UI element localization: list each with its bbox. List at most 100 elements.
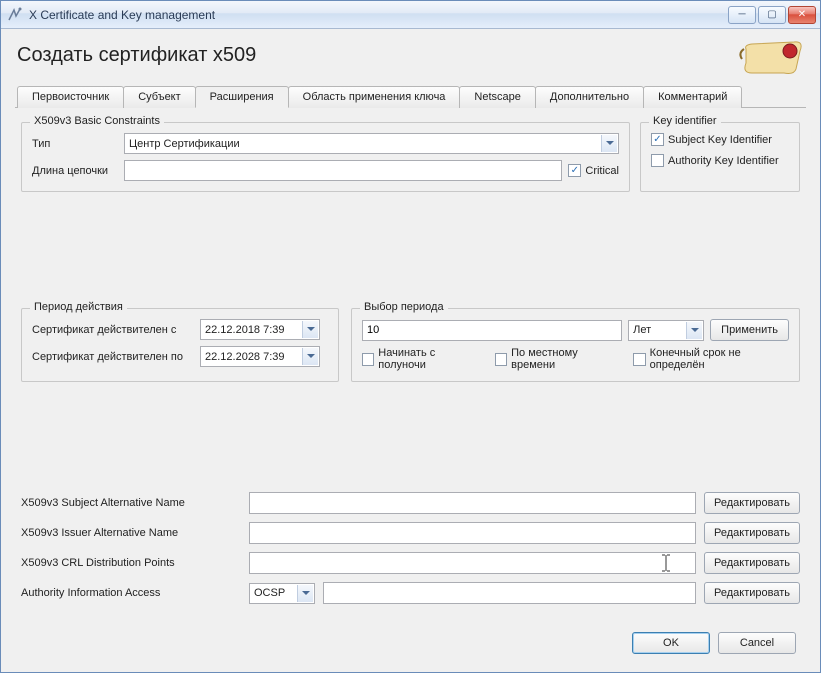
ian-input[interactable] — [249, 522, 696, 544]
tab-netscape[interactable]: Netscape — [459, 86, 535, 108]
chevron-down-icon — [297, 585, 313, 602]
dialog-window: X Certificate and Key management ─ ▢ ✕ С… — [0, 0, 821, 673]
pathlen-input[interactable] — [124, 160, 562, 181]
aia-edit-button[interactable]: Редактировать — [704, 582, 800, 604]
range-unit-select[interactable]: Лет — [628, 320, 704, 341]
chevron-down-icon — [601, 135, 617, 152]
crl-row: X509v3 CRL Distribution Points Редактиро… — [21, 552, 800, 574]
checkbox-box: ✓ — [568, 164, 581, 177]
checkbox-box — [651, 154, 664, 167]
titlebar[interactable]: X Certificate and Key management ─ ▢ ✕ — [1, 1, 820, 29]
window-title: X Certificate and Key management — [29, 8, 728, 22]
extension-rows: X509v3 Subject Alternative Name Редактир… — [21, 492, 800, 604]
crl-edit-button[interactable]: Редактировать — [704, 552, 800, 574]
select-value: Центр Сертификации — [129, 138, 240, 150]
tab-bar: Первоисточник Субъект Расширения Область… — [15, 85, 806, 108]
critical-checkbox[interactable]: ✓ Critical — [568, 164, 619, 177]
tab-label: Субъект — [138, 91, 180, 103]
valid-from-label: Сертификат действителен с — [32, 324, 194, 336]
checkbox-label: По местному времени — [511, 347, 617, 371]
range-value-input[interactable] — [362, 320, 622, 341]
tab-extensions[interactable]: Расширения — [195, 86, 289, 108]
button-label: Редактировать — [714, 527, 790, 539]
valid-from-field[interactable]: 22.12.2018 7:39 — [200, 319, 320, 340]
san-label: X509v3 Subject Alternative Name — [21, 497, 241, 509]
button-label: Применить — [721, 324, 778, 336]
button-label: Редактировать — [714, 557, 790, 569]
localtime-checkbox[interactable]: По местному времени — [495, 347, 618, 371]
minimize-button[interactable]: ─ — [728, 6, 756, 24]
tab-comment[interactable]: Комментарий — [643, 86, 742, 108]
tab-label: Первоисточник — [32, 91, 109, 103]
checkbox-label: Critical — [585, 165, 619, 177]
checkbox-box — [633, 353, 645, 366]
checkbox-box: ✓ — [651, 133, 664, 146]
group-legend: X509v3 Basic Constraints — [30, 115, 164, 127]
group-legend: Период действия — [30, 301, 127, 313]
tab-label: Комментарий — [658, 91, 727, 103]
tab-key-usage[interactable]: Область применения ключа — [288, 86, 461, 108]
dialog-content: Создать сертификат x509 Первоисточник Су… — [1, 29, 820, 672]
close-button[interactable]: ✕ — [788, 6, 816, 24]
ok-button[interactable]: OK — [632, 632, 710, 654]
select-value: OCSP — [254, 587, 285, 599]
checkbox-box — [362, 353, 374, 366]
san-edit-button[interactable]: Редактировать — [704, 492, 800, 514]
ian-row: X509v3 Issuer Alternative Name Редактиро… — [21, 522, 800, 544]
button-label: Cancel — [740, 637, 774, 649]
san-row: X509v3 Subject Alternative Name Редактир… — [21, 492, 800, 514]
checkbox-label: Конечный срок не определён — [650, 347, 789, 371]
checkbox-label: Authority Key Identifier — [668, 155, 779, 167]
ian-edit-button[interactable]: Редактировать — [704, 522, 800, 544]
tab-source[interactable]: Первоисточник — [17, 86, 124, 108]
checkbox-label: Subject Key Identifier — [668, 134, 772, 146]
maximize-button[interactable]: ▢ — [758, 6, 786, 24]
tab-advanced[interactable]: Дополнительно — [535, 86, 644, 108]
checkbox-label: Начинать с полуночи — [378, 347, 479, 371]
no-expiry-checkbox[interactable]: Конечный срок не определён — [633, 347, 789, 371]
checkbox-box — [495, 353, 507, 366]
button-label: Редактировать — [714, 587, 790, 599]
button-label: Редактировать — [714, 497, 790, 509]
mid-groups-row: Период действия Сертификат действителен … — [21, 302, 800, 382]
chevron-down-icon — [302, 321, 318, 338]
page-title: Создать сертификат x509 — [15, 40, 738, 77]
ian-label: X509v3 Issuer Alternative Name — [21, 527, 241, 539]
tab-panel-extensions: X509v3 Basic Constraints Тип Центр Серти… — [15, 108, 806, 660]
tab-label: Расширения — [210, 91, 274, 103]
app-icon — [7, 7, 23, 23]
cancel-button[interactable]: Cancel — [718, 632, 796, 654]
date-value: 22.12.2028 7:39 — [205, 351, 285, 363]
xca-logo — [738, 39, 806, 77]
tab-label: Область применения ключа — [303, 91, 446, 103]
timerange-group: Выбор периода Лет Применить Начинать с п… — [351, 308, 800, 382]
apply-button[interactable]: Применить — [710, 319, 789, 341]
validity-group: Период действия Сертификат действителен … — [21, 308, 339, 382]
crl-label: X509v3 CRL Distribution Points — [21, 557, 241, 569]
aia-label: Authority Information Access — [21, 587, 241, 599]
crl-input[interactable] — [249, 552, 696, 574]
aia-input[interactable] — [323, 582, 696, 604]
aia-kind-select[interactable]: OCSP — [249, 583, 315, 604]
authority-key-id-checkbox[interactable]: Authority Key Identifier — [651, 154, 789, 167]
group-legend: Выбор периода — [360, 301, 448, 313]
date-value: 22.12.2018 7:39 — [205, 324, 285, 336]
midnight-checkbox[interactable]: Начинать с полуночи — [362, 347, 479, 371]
dialog-footer: OK Cancel — [21, 624, 800, 656]
tab-label: Netscape — [474, 91, 520, 103]
button-label: OK — [663, 637, 679, 649]
type-select[interactable]: Центр Сертификации — [124, 133, 619, 154]
subject-key-id-checkbox[interactable]: ✓ Subject Key Identifier — [651, 133, 789, 146]
group-legend: Key identifier — [649, 115, 721, 127]
top-groups-row: X509v3 Basic Constraints Тип Центр Серти… — [21, 116, 800, 192]
san-input[interactable] — [249, 492, 696, 514]
header-row: Создать сертификат x509 — [15, 39, 806, 77]
spacer — [21, 382, 800, 492]
select-value: Лет — [633, 324, 651, 336]
pathlen-label: Длина цепочки — [32, 165, 118, 177]
type-label: Тип — [32, 138, 118, 150]
tab-subject[interactable]: Субъект — [123, 86, 195, 108]
valid-to-label: Сертификат действителен по — [32, 351, 194, 363]
key-identifier-group: Key identifier ✓ Subject Key Identifier … — [640, 122, 800, 192]
valid-to-field[interactable]: 22.12.2028 7:39 — [200, 346, 320, 367]
